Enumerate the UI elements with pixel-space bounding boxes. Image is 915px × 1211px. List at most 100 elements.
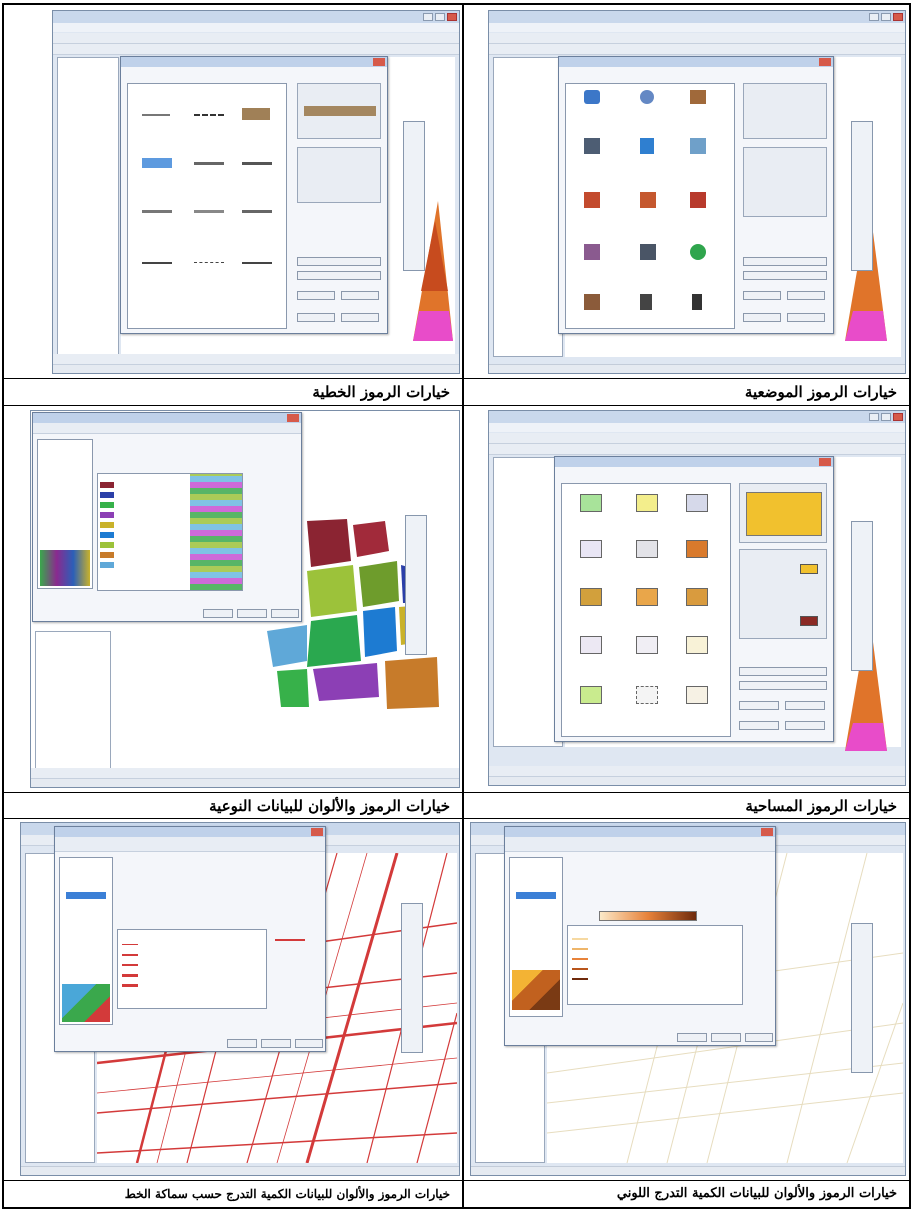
symbol-swatch-icon[interactable] xyxy=(636,540,658,558)
window-close-icon[interactable] xyxy=(287,414,299,422)
symbol-swatch-icon xyxy=(572,938,588,940)
properties-button[interactable] xyxy=(297,257,381,266)
cancel-button[interactable] xyxy=(787,313,825,322)
symbol-swatch-icon[interactable] xyxy=(692,294,702,310)
symbol-swatch-icon[interactable] xyxy=(686,588,708,606)
window-close-icon[interactable] xyxy=(819,58,831,66)
apply-button[interactable] xyxy=(745,1033,773,1042)
symbol-swatch-icon[interactable] xyxy=(584,294,600,310)
show-list[interactable] xyxy=(509,857,563,1017)
dialog-tabs[interactable] xyxy=(33,423,301,434)
symbol-swatch-icon[interactable] xyxy=(580,636,602,654)
ok-button[interactable] xyxy=(743,313,781,322)
symbol-swatch-icon[interactable] xyxy=(242,262,272,264)
symbol-swatch-icon[interactable] xyxy=(142,114,170,116)
symbol-swatch-icon[interactable] xyxy=(686,540,708,558)
show-list-selected-item[interactable] xyxy=(66,892,106,899)
symbol-swatch-icon[interactable] xyxy=(636,686,658,704)
cancel-button[interactable] xyxy=(711,1033,741,1042)
outline-color-swatch[interactable] xyxy=(800,616,818,626)
symbol-list[interactable] xyxy=(565,83,735,329)
unique-values-table[interactable] xyxy=(97,473,243,591)
apply-button[interactable] xyxy=(271,609,299,618)
symbol-list[interactable] xyxy=(561,483,731,737)
symbol-swatch-icon[interactable] xyxy=(690,244,706,260)
reset-button[interactable] xyxy=(341,291,379,300)
symbol-list[interactable] xyxy=(127,83,287,329)
symbol-swatch-icon[interactable] xyxy=(636,588,658,606)
symbol-swatch-icon[interactable] xyxy=(194,162,224,165)
cancel-button[interactable] xyxy=(785,721,825,730)
more-symbols-button[interactable] xyxy=(297,271,381,280)
ok-button[interactable] xyxy=(739,721,779,730)
symbol-swatch-icon[interactable] xyxy=(584,192,600,208)
symbol-swatch-icon[interactable] xyxy=(636,494,658,512)
symbol-swatch-icon[interactable] xyxy=(640,192,656,208)
caption-area-symbols: خيارات الرموز المساحية xyxy=(745,797,897,815)
window-close-icon[interactable] xyxy=(893,13,903,21)
window-close-icon[interactable] xyxy=(447,13,457,21)
window-close-icon[interactable] xyxy=(761,828,773,836)
symbol-swatch-icon[interactable] xyxy=(584,244,600,260)
more-symbols-button[interactable] xyxy=(743,271,827,280)
symbol-swatch-icon[interactable] xyxy=(640,90,654,104)
properties-button[interactable] xyxy=(739,667,827,676)
symbol-swatch-icon xyxy=(572,978,588,980)
symbol-swatch-icon[interactable] xyxy=(142,158,172,168)
symbol-swatch-icon[interactable] xyxy=(690,138,706,154)
window-close-icon[interactable] xyxy=(819,458,831,466)
symbol-swatch-icon[interactable] xyxy=(242,210,272,213)
window-close-icon[interactable] xyxy=(311,828,323,836)
ok-button[interactable] xyxy=(203,609,233,618)
symbol-swatch-icon[interactable] xyxy=(242,108,270,120)
symbol-swatch-icon[interactable] xyxy=(690,90,706,104)
symbol-swatch-icon[interactable] xyxy=(580,540,602,558)
symbol-swatch-icon[interactable] xyxy=(640,244,656,260)
symbol-swatch-icon[interactable] xyxy=(194,262,224,265)
dialog-tabs[interactable] xyxy=(55,837,325,852)
save-button[interactable] xyxy=(739,701,779,710)
save-button[interactable] xyxy=(297,291,335,300)
window-close-icon[interactable] xyxy=(893,413,903,421)
symbol-swatch-icon[interactable] xyxy=(640,138,654,154)
symbol-swatch-icon[interactable] xyxy=(142,262,172,264)
more-symbols-button[interactable] xyxy=(739,681,827,690)
symbol-swatch-icon[interactable] xyxy=(584,138,600,154)
symbol-swatch-icon[interactable] xyxy=(686,494,708,512)
dialog-tabs[interactable] xyxy=(505,837,775,852)
symbol-swatch-icon[interactable] xyxy=(194,210,224,213)
symbol-swatch-icon[interactable] xyxy=(690,192,706,208)
ok-button[interactable] xyxy=(677,1033,707,1042)
symbol-swatch-icon[interactable] xyxy=(242,162,272,165)
symbol-swatch-icon[interactable] xyxy=(686,636,708,654)
reset-button[interactable] xyxy=(785,701,825,710)
symbol-swatch-icon[interactable] xyxy=(580,686,602,704)
classes-table[interactable] xyxy=(567,925,743,1005)
symbol-swatch-icon[interactable] xyxy=(142,210,172,213)
symbol-swatch-icon[interactable] xyxy=(636,636,658,654)
show-list[interactable] xyxy=(59,857,113,1025)
symbol-swatch-icon[interactable] xyxy=(194,114,224,119)
caption-point-symbols: خيارات الرموز الموضعية xyxy=(744,383,897,401)
reset-button[interactable] xyxy=(787,291,825,300)
save-button[interactable] xyxy=(743,291,781,300)
symbol-swatch-icon[interactable] xyxy=(580,588,602,606)
show-list[interactable] xyxy=(37,439,93,589)
ok-button[interactable] xyxy=(227,1039,257,1048)
cancel-button[interactable] xyxy=(341,313,379,322)
symbol-swatch-icon xyxy=(100,522,114,528)
window-close-icon[interactable] xyxy=(373,58,385,66)
properties-button[interactable] xyxy=(743,257,827,266)
cancel-button[interactable] xyxy=(237,609,267,618)
show-list-selected-item[interactable] xyxy=(516,892,556,899)
ok-button[interactable] xyxy=(297,313,335,322)
classes-table[interactable] xyxy=(117,929,267,1009)
symbol-swatch-icon[interactable] xyxy=(686,686,708,704)
cancel-button[interactable] xyxy=(261,1039,291,1048)
fill-color-swatch[interactable] xyxy=(800,564,818,574)
color-ramp[interactable] xyxy=(599,911,697,921)
symbol-swatch-icon[interactable] xyxy=(584,90,600,104)
symbol-swatch-icon[interactable] xyxy=(580,494,602,512)
symbol-swatch-icon[interactable] xyxy=(640,294,652,310)
apply-button[interactable] xyxy=(295,1039,323,1048)
